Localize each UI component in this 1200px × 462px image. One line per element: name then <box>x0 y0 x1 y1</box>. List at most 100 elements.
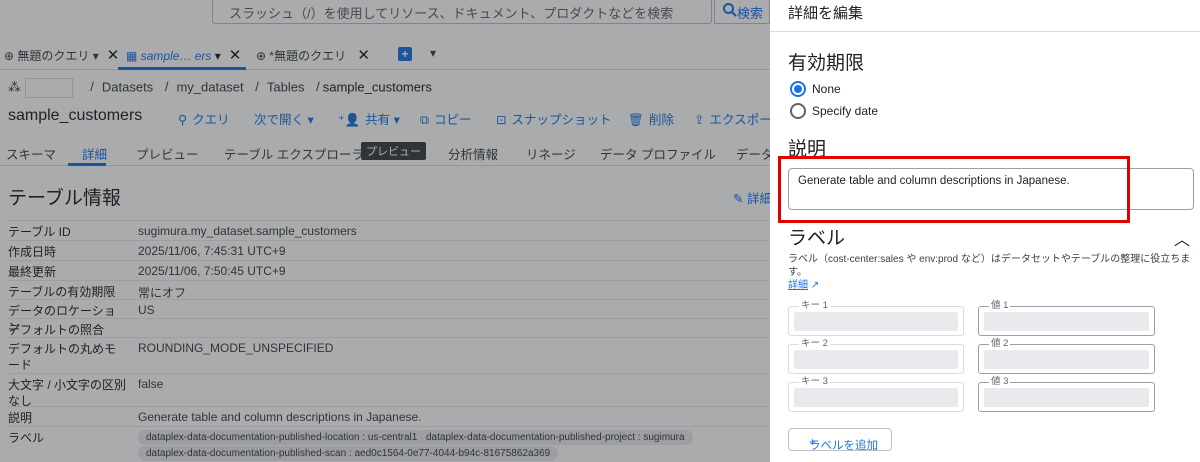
add-tab-icon[interactable]: + <box>398 47 412 61</box>
label-chip: dataplex-data-documentation-published-lo… <box>138 430 426 445</box>
add-person-icon: ⁺👤 <box>338 113 361 127</box>
description-heading: 説明 <box>788 139 827 160</box>
info-key: 説明 <box>8 411 33 425</box>
label-chip-value: sugimura <box>643 432 685 443</box>
add-label-button[interactable]: + ラベルを追加 <box>788 428 892 452</box>
active-tab-indicator <box>118 67 246 70</box>
info-row: テーブル ID sugimura.my_dataset.sample_custom… <box>8 220 770 240</box>
key-label: キー 3 <box>799 376 830 388</box>
chevron-up-icon[interactable]: ︿ <box>1174 226 1190 250</box>
tab-insights[interactable]: 分析情報 <box>448 144 498 163</box>
query-tab-1[interactable]: ⊕ 無題のクエリ ▾ ✕ <box>4 46 119 64</box>
expiration-heading: 有効期限 <box>788 53 865 74</box>
snapshot-label: スナップショット <box>511 113 612 127</box>
learn-more-link[interactable]: 詳細 <box>788 280 808 291</box>
close-icon[interactable]: ✕ <box>107 47 120 64</box>
open-in-button[interactable]: 次で開く ▾ <box>254 109 314 128</box>
tab-schema[interactable]: スキーマ <box>6 144 56 163</box>
query-button-label: クエリ <box>192 113 230 127</box>
delete-button[interactable]: 🗑 削除 <box>628 109 674 128</box>
info-row: テーブルの有効期限 常にオフ <box>8 280 770 300</box>
info-value: 2025/11/06, 7:45:31 UTC+9 <box>138 244 286 258</box>
tabs-menu-chevron-icon[interactable]: ▾ <box>430 46 436 60</box>
label-chip-name: dataplex-data-documentation-published-sc… <box>146 448 347 459</box>
label-chip-name: dataplex-data-documentation-published-pr… <box>426 432 636 443</box>
label-value-field-2[interactable]: 値 2 <box>978 338 1155 374</box>
preview-badge: プレビュー <box>361 142 426 160</box>
info-row: デフォルトの丸めモード ROUNDING_MODE_UNSPECIFIED <box>8 337 770 373</box>
edit-details-panel: 詳細を編集 有効期限 None Specify date 説明 Generate… <box>770 0 1200 462</box>
copy-button[interactable]: ⧉ コピー <box>420 109 471 128</box>
tab-preview[interactable]: プレビュー <box>136 144 199 163</box>
description-field[interactable]: Generate table and column descriptions i… <box>788 168 1194 210</box>
label-chip-name: dataplex-data-documentation-published-lo… <box>146 432 360 443</box>
chevron-down-icon[interactable]: ▾ <box>93 49 99 63</box>
delete-label: 削除 <box>648 113 674 127</box>
tab-table-explorer[interactable]: テーブル エクスプローラ <box>224 144 364 163</box>
query-button[interactable]: ⚲ クエリ <box>178 109 230 128</box>
chevron-down-icon: ▾ <box>393 113 400 127</box>
label-value-field-3[interactable]: 値 3 <box>978 376 1155 412</box>
export-button[interactable]: ⇪ エクスポー <box>694 109 770 128</box>
copy-label: コピー <box>433 113 472 127</box>
breadcrumb-tables[interactable]: Tables <box>267 79 305 94</box>
radio-specify-date[interactable] <box>790 103 806 119</box>
info-value: false <box>138 377 164 391</box>
label-key-field-1[interactable]: キー 1 <box>788 300 964 336</box>
tab-lineage[interactable]: リネージ <box>526 144 576 163</box>
info-value: ROUNDING_MODE_UNSPECIFIED <box>138 341 334 355</box>
radio-specify-date-label[interactable]: Specify date <box>812 104 878 118</box>
search-placeholder: スラッシュ（/）を使用してリソース、ドキュメント、プロダクトなどを検索 <box>229 6 674 21</box>
search-icon <box>723 3 737 17</box>
project-name[interactable] <box>24 78 73 98</box>
query-icon: ⊕ <box>4 49 15 63</box>
search-button[interactable]: 検索 <box>714 0 770 24</box>
query-tab-label: *無題のクエリ <box>269 49 347 63</box>
label-chip-value: aed0c1564-0e77-4044-b94c-81675862a369 <box>354 448 551 459</box>
close-icon[interactable]: ✕ <box>229 47 242 64</box>
info-row: デフォルトの照合 <box>8 318 770 337</box>
query-tab-3[interactable]: ⊕ *無題のクエリ ✕ <box>256 46 370 64</box>
project-icon: ⁂ <box>8 79 21 95</box>
chevron-down-icon[interactable]: ▾ <box>215 49 221 63</box>
labels-heading: ラベル <box>788 228 846 249</box>
tab-data-quality[interactable]: データ <box>736 144 770 163</box>
add-label-text: ラベルを追加 <box>809 440 878 452</box>
edit-details-button[interactable]: ✎ 詳細 <box>733 188 770 207</box>
snapshot-button[interactable]: ⊡ スナップショット <box>496 109 612 128</box>
label-value-field-1[interactable]: 値 1 <box>978 300 1155 336</box>
panel-title: 詳細を編集 <box>788 5 864 22</box>
tab-data-profile[interactable]: データ プロファイル <box>600 144 716 163</box>
breadcrumb-dataset[interactable]: my_dataset <box>176 79 243 94</box>
labels-help: ラベル（cost-center:sales や env:prod など）はデータ… <box>788 253 1194 292</box>
info-row: 作成日時 2025/11/06, 7:45:31 UTC+9 <box>8 240 770 260</box>
label-key-field-2[interactable]: キー 2 <box>788 338 964 374</box>
share-button[interactable]: ⁺👤 共有 ▾ <box>338 109 400 128</box>
info-key: テーブル ID <box>8 225 71 239</box>
value-label: 値 2 <box>989 338 1011 350</box>
label-key-field-3[interactable]: キー 3 <box>788 376 964 412</box>
info-key: デフォルトの照合 <box>8 323 105 337</box>
chevron-down-icon: ▾ <box>307 113 314 127</box>
info-key: 作成日時 <box>8 245 57 259</box>
radio-none[interactable] <box>790 81 806 97</box>
tab-details[interactable]: 詳細 <box>82 144 107 163</box>
search-input[interactable]: スラッシュ（/）を使用してリソース、ドキュメント、プロダクトなどを検索 <box>212 0 712 24</box>
breadcrumb-datasets[interactable]: Datasets <box>102 79 153 94</box>
detail-tabs: スキーマ 詳細 プレビュー テーブル エクスプローラ プレビュー 分析情報 リネ… <box>0 138 770 166</box>
query-tab-label: 無題のクエリ <box>17 49 90 63</box>
query-tab-2[interactable]: ▦ sample… ers ▾ ✕ <box>126 46 241 64</box>
key-label: キー 2 <box>799 338 830 350</box>
info-key: デフォルトの丸めモード <box>8 342 117 372</box>
panel-header: 詳細を編集 <box>770 0 1200 32</box>
close-icon[interactable]: ✕ <box>357 47 370 64</box>
info-row: 説明 Generate table and column descriptions… <box>8 406 770 426</box>
bigquery-console: スラッシュ（/）を使用してリソース、ドキュメント、プロダクトなどを検索 検索 ⊕… <box>0 0 770 462</box>
radio-none-label[interactable]: None <box>812 82 841 96</box>
info-row: 大文字 / 小文字の区別なし false <box>8 373 770 408</box>
key-label: キー 1 <box>799 300 830 312</box>
labels-help-text: ラベル（cost-center:sales や env:prod など）はデータ… <box>788 254 1191 278</box>
trash-icon: 🗑 <box>628 113 644 127</box>
upload-icon: ⇪ <box>694 113 705 127</box>
value-label: 値 1 <box>989 300 1011 312</box>
